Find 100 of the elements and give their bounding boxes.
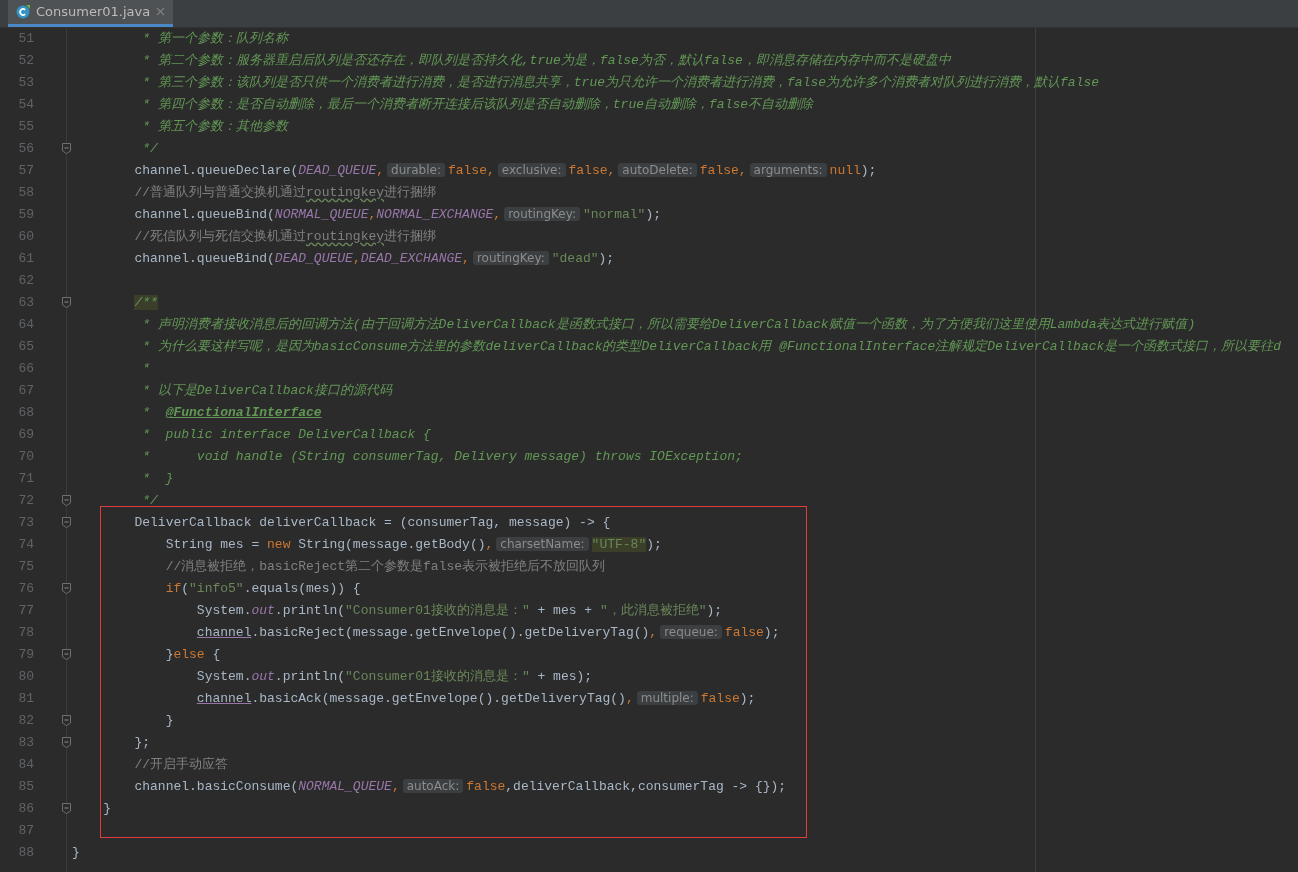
parameter-hint: autoAck: xyxy=(402,779,464,794)
code-text: System. xyxy=(196,603,252,619)
line-number: 76 xyxy=(17,580,34,599)
string-literal: "Consumer01接收的消息是：" xyxy=(345,603,530,619)
string-literal: "UTF-8" xyxy=(591,537,647,553)
fold-icon[interactable] xyxy=(61,517,71,528)
code-text: } xyxy=(165,647,174,663)
line-number: 64 xyxy=(17,316,34,335)
line-number: 56 xyxy=(17,140,34,159)
line-number: 55 xyxy=(17,118,34,137)
code-text: ); xyxy=(860,163,877,179)
line-number: 78 xyxy=(17,624,34,643)
keyword: false, xyxy=(447,163,495,179)
keyword: false xyxy=(724,625,764,641)
keyword: , xyxy=(649,625,658,641)
misspelled-word: routingkey xyxy=(306,229,385,245)
parameter-hint: requeue: xyxy=(660,625,722,640)
doc-comment: * 第二个参数：服务器重启后队列是否还存在，即队列是否持久化,true为是，false为否，默认false，即消息存储在内存中而不是硬盘中 xyxy=(142,53,951,69)
fold-icon[interactable] xyxy=(61,715,71,726)
code-text: String mes = xyxy=(165,537,261,553)
line-number: 53 xyxy=(17,74,34,93)
comment-text: //普通队列与普通交换机通过 xyxy=(134,185,307,201)
parameter-hint: arguments: xyxy=(749,163,827,178)
parameter-hint: routingKey: xyxy=(504,207,580,222)
doc-comment: * public interface DeliverCallback { xyxy=(142,427,431,443)
string-literal: "Consumer01接收的消息是：" xyxy=(345,669,530,685)
line-number: 77 xyxy=(17,602,34,621)
string-literal: "dead" xyxy=(551,251,599,267)
code-text: + mes); xyxy=(536,669,593,685)
keyword: null xyxy=(829,163,861,179)
line-number: 75 xyxy=(17,558,34,577)
doc-comment: */ xyxy=(142,493,158,509)
fold-icon[interactable] xyxy=(61,649,71,660)
line-number: 80 xyxy=(17,668,34,687)
comment-text: //开启手动应答 xyxy=(134,757,229,773)
keyword: else xyxy=(173,647,205,663)
parameter-hint: autoDelete: xyxy=(618,163,697,178)
close-icon[interactable] xyxy=(156,7,166,16)
keyword: , xyxy=(462,251,470,267)
doc-comment: * } xyxy=(142,471,174,487)
line-number: 86 xyxy=(17,800,34,819)
line-number: 83 xyxy=(17,734,34,753)
keyword: false, xyxy=(568,163,616,179)
keyword: , xyxy=(368,207,377,223)
static-field: out xyxy=(251,603,275,619)
code-text: }; xyxy=(134,735,151,751)
line-number: 58 xyxy=(17,184,34,203)
doc-comment: /** xyxy=(134,295,158,311)
fold-icon[interactable] xyxy=(61,297,71,308)
code-text: ); xyxy=(646,537,662,553)
code-text: channel.queueBind( xyxy=(134,251,275,267)
line-number: 74 xyxy=(17,536,34,555)
code-text: ); xyxy=(763,625,780,641)
constant-name: DEAD_QUEUE xyxy=(274,251,353,267)
doc-comment: * 为什么要这样写呢，是因为basicConsume方法里的参数deliverCallback的类型DeliverCallback用 @FunctionalInterface注解规定DeliverCallback是一个函数式接口，所以要往d xyxy=(142,339,1282,355)
comment-text: //死信队列与死信交换机通过 xyxy=(134,229,307,245)
line-number: 59 xyxy=(17,206,34,225)
static-field: out xyxy=(251,669,275,685)
constant-name: DEAD_QUEUE xyxy=(298,163,377,179)
file-tab[interactable]: Consumer01.java xyxy=(8,0,174,27)
code-text: } xyxy=(103,801,112,817)
keyword: false, xyxy=(699,163,747,179)
field-reference: channel xyxy=(196,691,252,707)
fold-icon[interactable] xyxy=(61,495,71,506)
keyword: , xyxy=(625,691,634,707)
line-number: 52 xyxy=(17,52,34,71)
doc-comment: * 第五个参数：其他参数 xyxy=(142,119,288,135)
line-number: 72 xyxy=(17,492,34,511)
keyword: , xyxy=(376,163,385,179)
code-text: .println( xyxy=(274,669,346,685)
fold-icon[interactable] xyxy=(61,143,71,154)
line-number: 66 xyxy=(17,360,34,379)
fold-icon[interactable] xyxy=(61,803,71,814)
doc-comment: * void handle (String consumerTag, Delivery message) throws IOException; xyxy=(142,449,743,465)
doc-comment: */ xyxy=(142,141,158,157)
fold-icon[interactable] xyxy=(61,583,71,594)
constant-name: NORMAL_QUEUE xyxy=(274,207,369,223)
tab-title: Consumer01.java xyxy=(36,2,151,21)
line-number: 82 xyxy=(17,712,34,731)
code-text: DeliverCallback deliverCallback = (consumerTag, message) -> { xyxy=(134,515,611,531)
line-number: 84 xyxy=(17,756,34,775)
code-text: channel.queueDeclare( xyxy=(134,163,299,179)
field-reference: channel xyxy=(196,625,252,641)
line-number: 67 xyxy=(17,382,34,401)
code-text: System. xyxy=(196,669,252,685)
line-number: 73 xyxy=(17,514,34,533)
parameter-hint: multiple: xyxy=(636,691,698,706)
line-number: 79 xyxy=(17,646,34,665)
code-text: .basicReject(message.getEnvelope().getDeliveryTag() xyxy=(251,625,650,641)
line-number: 54 xyxy=(17,96,34,115)
line-number: 70 xyxy=(17,448,34,467)
fold-icon[interactable] xyxy=(61,737,71,748)
line-number: 68 xyxy=(17,404,34,423)
constant-name: NORMAL_QUEUE xyxy=(298,779,392,795)
comment-text: //消息被拒绝，basicReject第二个参数是false表示被拒绝后不放回队列 xyxy=(165,559,606,575)
line-number: 65 xyxy=(17,338,34,357)
line-number: 57 xyxy=(17,162,34,181)
doc-comment: * 声明消费者接收消息后的回调方法(由于回调方法DeliverCallback是函数式接口，所以需要给DeliverCallback赋值一个函数，为了方便我们这里使用Lambda表达式进行赋值) xyxy=(142,317,1196,333)
keyword: false xyxy=(700,691,740,707)
comment-text: 进行捆绑 xyxy=(384,229,437,245)
